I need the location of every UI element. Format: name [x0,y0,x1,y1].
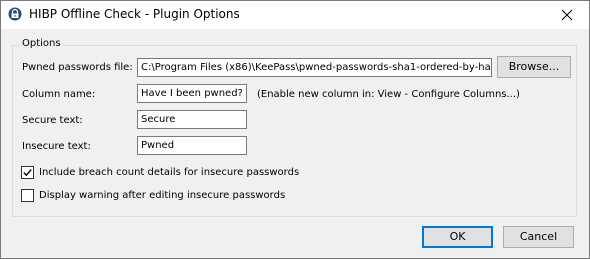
display-warning-checkbox[interactable] [21,189,34,202]
display-warning-label[interactable]: Display warning after editing insecure p… [39,190,285,201]
options-legend: Options [20,38,64,49]
title-bar[interactable]: HIBP Offline Check - Plugin Options [1,1,589,29]
include-breach-count-checkbox[interactable] [21,166,34,179]
dialog-title: HIBP Offline Check - Plugin Options [29,7,240,21]
cancel-button[interactable]: Cancel [503,226,574,248]
keepass-lock-icon [8,7,22,21]
insecure-text-input[interactable]: Pwned [137,136,247,155]
column-name-input[interactable]: Have I been pwned? [137,84,247,103]
checkmark-icon [23,169,32,177]
secure-text-input[interactable]: Secure [137,110,247,129]
pwned-file-label: Pwned passwords file: [22,62,133,73]
plugin-options-dialog: HIBP Offline Check - Plugin Options Opti… [0,0,590,259]
pwned-file-input[interactable]: C:\Program Files (x86)\KeePass\pwned-pas… [137,58,492,77]
close-icon [561,9,573,21]
ok-button[interactable]: OK [422,226,493,248]
close-button[interactable] [545,1,589,29]
column-name-hint: (Enable new column in: View - Configure … [257,89,520,100]
secure-text-label: Secure text: [22,115,83,126]
browse-button[interactable]: Browse... [497,56,571,78]
insecure-text-label: Insecure text: [22,141,91,152]
column-name-label: Column name: [22,89,96,100]
include-breach-count-label[interactable]: Include breach count details for insecur… [39,167,299,178]
